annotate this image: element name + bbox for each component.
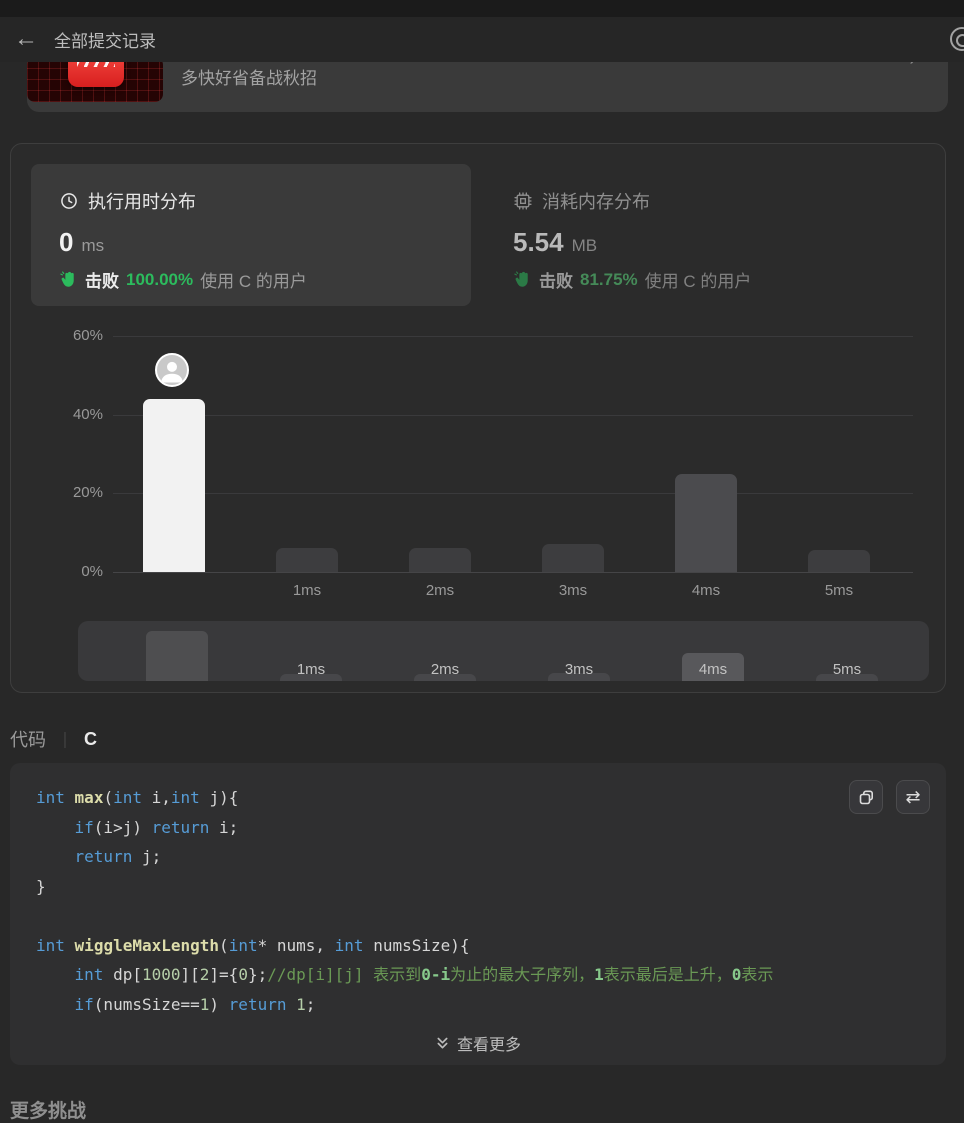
toggle-code-view-button[interactable]: ⇄ [896,780,930,814]
chart-bar[interactable] [409,548,471,572]
brush-tick: 2ms [430,661,460,678]
copy-code-button[interactable] [849,780,883,814]
code-section-header: 代码 ｜ C [10,726,97,752]
chart-brush[interactable]: 1ms 2ms 3ms 4ms 5ms [78,621,929,681]
view-more-button[interactable]: 查看更多 [10,1031,946,1055]
y-axis-tick: 40% [72,405,103,423]
y-axis-tick: 20% [72,484,103,502]
user-avatar-marker [155,352,189,387]
chart-bar[interactable] [542,544,604,572]
page-title: 全部提交记录 [54,32,156,51]
double-chevron-down-icon [435,1036,450,1051]
gridline [113,336,913,337]
nav-header: ← 全部提交记录 [0,17,964,62]
code-block: int max(int i,int j){ if(i>j) return i; … [36,788,774,1014]
gridline [113,414,913,416]
brush-tick: 1ms [296,661,326,678]
swap-arrows-icon: ⇄ [905,787,921,807]
x-axis-tick: 4ms [691,582,721,599]
brush-tick: 4ms [698,661,728,678]
chart-bar[interactable] [808,550,870,572]
x-axis-tick: 3ms [558,582,588,599]
runtime-chart: 0% 20% 40% 60% 1ms 2ms 3ms 4ms 5ms [11,144,945,692]
banner-thumbnail [27,57,163,102]
brush-tick: 3ms [564,661,594,678]
chart-bar[interactable] [675,473,737,572]
x-axis-tick: 2ms [425,582,455,599]
code-language-label: C [84,728,98,749]
x-axis-tick: 5ms [824,582,854,599]
view-more-label: 查看更多 [456,1037,521,1054]
chart-bar[interactable] [276,548,338,572]
code-card: ⇄ int max(int i,int j){ if(i>j) return i… [10,763,946,1065]
system-status-bar [0,0,964,17]
gridline [113,493,913,495]
gridline [113,572,913,573]
service-icon[interactable] [950,27,964,51]
y-axis-tick: 60% [72,327,103,344]
code-section-label: 代码 [10,730,46,750]
x-axis-tick: 1ms [292,582,322,599]
y-axis-tick: 0% [81,563,103,580]
divider: ｜ [57,733,74,750]
chart-bar[interactable] [143,398,205,572]
brush-mini-bar [146,631,208,681]
submission-stats-panel: 执行用时分布 0 ms 击败 100.00% 使用 C 的用户 消耗内存分布 5… [10,143,946,693]
brush-tick: 5ms [832,661,862,678]
back-button[interactable]: ← [14,26,38,51]
